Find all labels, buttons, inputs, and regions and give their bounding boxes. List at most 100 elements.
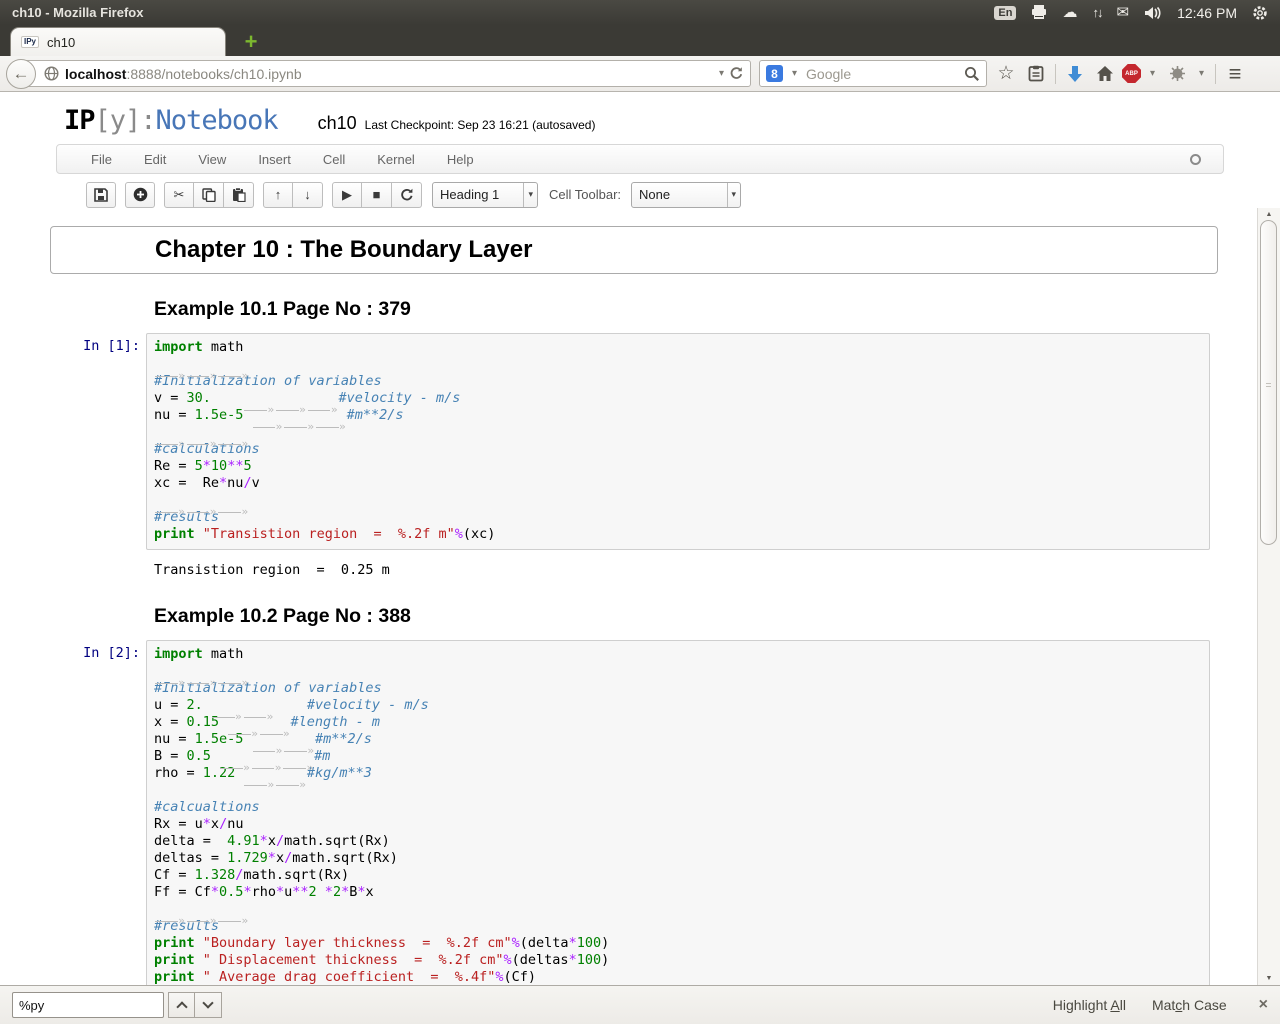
code-line: #Initialization of variables: [154, 373, 382, 389]
menu-kernel[interactable]: Kernel: [361, 145, 431, 174]
cut-cell-icon[interactable]: ✂: [164, 181, 194, 208]
code-cell: In [2]: import math #Initialization of var…: [50, 640, 1218, 985]
addon-dropdown-icon[interactable]: ▾: [1194, 68, 1209, 79]
menu-insert[interactable]: Insert: [242, 145, 307, 174]
code-line: deltas = 1.729*x/math.sqrt(Rx): [154, 850, 398, 866]
paste-cell-icon[interactable]: [224, 181, 254, 208]
save-button[interactable]: [86, 181, 116, 208]
input-prompt: In [1]:: [83, 338, 140, 354]
scrollbar-thumb[interactable]: [1260, 220, 1277, 545]
code-line: #results: [154, 918, 220, 934]
menu-help[interactable]: Help: [431, 145, 490, 174]
printer-icon[interactable]: [1031, 5, 1047, 20]
volume-icon[interactable]: [1144, 6, 1162, 20]
match-case-button[interactable]: Match Case: [1152, 997, 1227, 1013]
menu-icon[interactable]: ≡: [1222, 61, 1248, 87]
code-line: [154, 356, 1205, 384]
vertical-scrollbar[interactable]: ▲ ▼: [1257, 208, 1280, 985]
heading-text: Example 10.1 Page No : 379: [154, 298, 411, 320]
code-line: #Initialization of variables: [154, 680, 382, 696]
home-icon[interactable]: [1092, 61, 1118, 87]
notebook-toolbar: ✂ ↑ ↓ ▶ ■ Heading 1 ▾ Cell Toolbar: None…: [86, 181, 1280, 208]
window-title: ch10 - Mozilla Firefox: [12, 5, 144, 20]
adblock-plus-icon[interactable]: ABP: [1122, 64, 1141, 83]
code-editor[interactable]: import math #Initialization of variables v…: [146, 333, 1210, 550]
find-next-button[interactable]: [195, 992, 222, 1018]
find-previous-button[interactable]: [168, 992, 195, 1018]
input-prompt: In [2]:: [83, 645, 140, 661]
menu-edit[interactable]: Edit: [128, 145, 182, 174]
menu-cell[interactable]: Cell: [307, 145, 361, 174]
url-path: :8888/notebooks/ch10.ipynb: [126, 65, 302, 82]
code-editor[interactable]: import math #Initialization of variables u…: [146, 640, 1210, 985]
bookmark-star-icon[interactable]: ☆: [993, 61, 1019, 87]
code-line: [154, 663, 1205, 691]
addon-icon[interactable]: [1164, 61, 1190, 87]
desktop-titlebar: ch10 - Mozilla Firefox En ☁ ↑↓ ✉ 12:46 P…: [0, 0, 1280, 25]
run-cell-icon[interactable]: ▶: [332, 181, 362, 208]
bookmarks-panel-icon[interactable]: [1023, 61, 1049, 87]
url-bar[interactable]: localhost:8888/notebooks/ch10.ipynb ▾: [21, 60, 751, 87]
heading-text: Example 10.2 Page No : 388: [154, 605, 411, 627]
move-cell-up-icon[interactable]: ↑: [263, 181, 293, 208]
chevron-up-icon: [175, 1001, 188, 1013]
clock[interactable]: 12:46 PM: [1177, 5, 1237, 21]
network-updown-icon[interactable]: ↑↓: [1092, 6, 1103, 19]
copy-cell-icon[interactable]: [194, 181, 224, 208]
code-line: Ff = Cf*0.5*rho*u**2 *2*B*x: [154, 884, 374, 900]
search-icon[interactable]: [964, 66, 980, 82]
cell-type-select[interactable]: Heading 1 ▾: [432, 181, 538, 208]
url-dropdown-icon[interactable]: ▾: [714, 68, 729, 79]
code-line: print " Displacement thickness = %.2f cm…: [154, 952, 610, 968]
heading-cell[interactable]: Example 10.1 Page No : 379: [50, 274, 1218, 327]
notebook-menubar: File Edit View Insert Cell Kernel Help: [56, 144, 1224, 174]
chevron-down-icon: [202, 997, 214, 1009]
browser-navbar: ← localhost:8888/notebooks/ch10.ipynb ▾ …: [0, 56, 1280, 92]
google-logo-icon: 8: [766, 65, 783, 82]
add-cell-button[interactable]: [125, 181, 155, 208]
code-line: import math: [154, 339, 244, 355]
code-line: print "Transistion region = %.2f m"%(xc): [154, 526, 496, 542]
system-tray: En ☁ ↑↓ ✉ 12:46 PM: [994, 5, 1268, 21]
navbar-buttons: ☆ ABP ▾ ▾ ≡: [993, 61, 1248, 87]
back-button[interactable]: ←: [6, 58, 36, 89]
scrollbar-up-icon[interactable]: ▲: [1258, 211, 1280, 218]
restart-kernel-icon[interactable]: [392, 181, 422, 208]
downloads-icon[interactable]: [1062, 61, 1088, 87]
move-cell-down-icon[interactable]: ↓: [293, 181, 323, 208]
scrollbar-down-icon[interactable]: ▼: [1258, 975, 1280, 982]
reload-icon[interactable]: [729, 66, 744, 81]
code-line: import math: [154, 646, 244, 662]
notebook-header: IP[y]:Notebook ch10 Last Checkpoint: Sep…: [0, 92, 1280, 136]
menu-view[interactable]: View: [182, 145, 242, 174]
cell-output: Transistion region = 0.25 m: [154, 562, 390, 578]
ipython-logo[interactable]: IP[y]:Notebook: [64, 105, 279, 136]
new-tab-button[interactable]: +: [234, 31, 268, 53]
find-input[interactable]: [12, 992, 164, 1018]
code-line: Re = 5*10**5: [154, 458, 252, 474]
menu-file[interactable]: File: [75, 145, 128, 174]
search-input[interactable]: Google: [806, 66, 960, 82]
interrupt-kernel-icon[interactable]: ■: [362, 181, 392, 208]
cloud-icon[interactable]: ☁: [1062, 5, 1077, 20]
heading-cell[interactable]: Example 10.2 Page No : 388: [50, 581, 1218, 634]
keyboard-layout-indicator[interactable]: En: [994, 5, 1017, 20]
run-button-group: ▶ ■: [332, 181, 422, 208]
adblock-dropdown-icon[interactable]: ▾: [1145, 68, 1160, 79]
cell-toolbar-select[interactable]: None ▾: [631, 181, 742, 208]
search-engine-dropdown-icon[interactable]: ▾: [787, 68, 802, 79]
notebook-title[interactable]: ch10: [318, 113, 357, 134]
highlight-all-button[interactable]: Highlight All: [1053, 997, 1126, 1013]
code-line: delta = 4.91*x/math.sqrt(Rx): [154, 833, 390, 849]
mail-icon[interactable]: ✉: [1116, 5, 1129, 20]
session-gear-icon[interactable]: [1252, 5, 1268, 21]
search-bar[interactable]: 8 ▾ Google: [759, 60, 987, 87]
code-line: [154, 901, 1205, 929]
code-line: #calculations: [154, 441, 260, 457]
find-close-icon[interactable]: ×: [1259, 996, 1268, 1014]
browser-tab-ch10[interactable]: IPy ch10: [10, 27, 226, 56]
heading-cell[interactable]: Chapter 10 : The Boundary Layer: [50, 226, 1218, 274]
checkpoint-status: Last Checkpoint: Sep 23 16:21 (autosaved…: [364, 118, 596, 132]
site-globe-icon[interactable]: [44, 66, 59, 81]
